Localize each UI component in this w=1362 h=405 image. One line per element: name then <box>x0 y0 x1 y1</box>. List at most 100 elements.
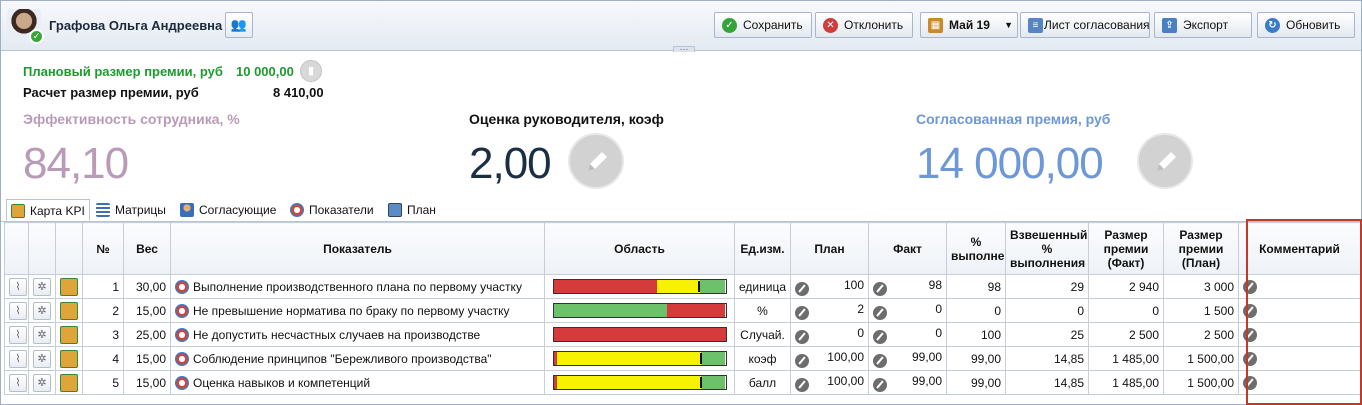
row-fact[interactable]: 0 <box>868 322 947 347</box>
col-unit[interactable]: Ед.изм. <box>734 222 791 275</box>
gear-icon[interactable]: ✲ <box>33 373 51 392</box>
paperclip-icon[interactable]: ⌇ <box>9 301 27 320</box>
edit-comment-icon[interactable] <box>1243 327 1257 342</box>
gear-icon[interactable]: ✲ <box>33 301 51 320</box>
settings-cell[interactable]: ✲ <box>28 346 56 371</box>
attach-cell[interactable]: ⌇ <box>4 370 29 395</box>
edit-agreed-bonus-button[interactable] <box>1137 133 1193 189</box>
tab-label: Согласующие <box>199 203 277 217</box>
row-plan[interactable]: 100,00 <box>790 370 869 395</box>
settings-cell[interactable]: ✲ <box>28 322 56 347</box>
edit-plan-icon[interactable] <box>795 353 809 368</box>
col-fact[interactable]: Факт <box>868 222 947 275</box>
edit-comment-icon[interactable] <box>1243 303 1257 318</box>
row-fact[interactable]: 99,00 <box>868 346 947 371</box>
col-weighted[interactable]: Взвешенный % выполнения <box>1005 222 1089 275</box>
refresh-button[interactable]: ↻ Обновить <box>1257 12 1355 38</box>
gear-icon[interactable]: ✲ <box>33 349 51 368</box>
row-comment[interactable] <box>1238 322 1361 347</box>
card-cell[interactable] <box>55 322 83 347</box>
row-comment[interactable] <box>1238 346 1361 371</box>
col-plan[interactable]: План <box>790 222 869 275</box>
row-comment[interactable] <box>1238 298 1361 323</box>
plan-value: 100 <box>843 277 864 292</box>
edit-comment-icon[interactable] <box>1243 351 1257 366</box>
edit-comment-icon[interactable] <box>1243 375 1257 390</box>
row-plan[interactable]: 2 <box>790 298 869 323</box>
attach-cell[interactable]: ⌇ <box>4 346 29 371</box>
kpi-card-icon[interactable] <box>60 349 78 368</box>
edit-comment-icon[interactable] <box>1243 279 1257 294</box>
settings-cell[interactable]: ✲ <box>28 370 56 395</box>
gear-icon[interactable]: ✲ <box>33 325 51 344</box>
tab-indicators[interactable]: Показатели <box>290 199 374 221</box>
kpi-card-icon[interactable] <box>60 325 78 344</box>
paperclip-icon[interactable]: ⌇ <box>9 349 27 368</box>
table-row[interactable]: ⌇ ✲ 2 15,00 Не превышение норматива по браку… <box>4 298 1361 323</box>
settings-cell[interactable]: ✲ <box>28 274 56 299</box>
switch-user-button[interactable]: 👥 <box>225 12 253 38</box>
col-weight[interactable]: Вес <box>123 222 171 275</box>
row-plan[interactable]: 100,00 <box>790 346 869 371</box>
paperclip-icon[interactable]: ⌇ <box>9 277 27 296</box>
tab-matrices[interactable]: Матрицы <box>96 199 166 221</box>
paperclip-icon[interactable]: ⌇ <box>9 373 27 392</box>
col-bonus-fact[interactable]: Размер премии (Факт) <box>1088 222 1164 275</box>
table-row[interactable]: ⌇ ✲ 3 25,00 Не допустить несчастных случаев … <box>4 322 1361 347</box>
col-no[interactable]: № <box>82 222 124 275</box>
edit-fact-icon[interactable] <box>873 329 887 344</box>
edit-plan-icon[interactable] <box>795 329 809 344</box>
edit-fact-icon[interactable] <box>873 353 887 368</box>
edit-fact-icon[interactable] <box>873 281 887 296</box>
period-dropdown[interactable]: ▦ Май 19 ▼ <box>920 12 1018 38</box>
table-row[interactable]: ⌇ ✲ 5 15,00 Оценка навыков и компетенций балл… <box>4 370 1361 395</box>
row-fact[interactable]: 99,00 <box>868 370 947 395</box>
edit-plan-icon[interactable] <box>795 377 809 392</box>
chart-icon[interactable]: ▮ <box>300 60 322 82</box>
row-plan[interactable]: 100 <box>790 274 869 299</box>
attach-cell[interactable]: ⌇ <box>4 298 29 323</box>
gear-icon[interactable]: ✲ <box>33 277 51 296</box>
save-button[interactable]: ✓ Сохранить <box>714 12 812 38</box>
settings-cell[interactable]: ✲ <box>28 298 56 323</box>
tab-approvers[interactable]: Согласующие <box>180 199 276 221</box>
kpi-card-icon[interactable] <box>60 277 78 296</box>
card-cell[interactable] <box>55 298 83 323</box>
table-row[interactable]: ⌇ ✲ 4 15,00 Соблюдение принципов "Бережливог… <box>4 346 1361 371</box>
row-comment[interactable] <box>1238 370 1361 395</box>
edit-fact-icon[interactable] <box>873 305 887 320</box>
tab-kpi-map[interactable]: Карта KPI <box>6 199 90 221</box>
app-window: ✓ Графова Ольга Андреевна 👥 ✓ Сохранить … <box>0 0 1362 405</box>
paperclip-icon[interactable]: ⌇ <box>9 325 27 344</box>
col-comment[interactable]: Комментарий <box>1238 222 1361 275</box>
reject-button[interactable]: ✕ Отклонить <box>815 12 913 38</box>
edit-plan-icon[interactable] <box>795 305 809 320</box>
col-area[interactable]: Область <box>544 222 735 275</box>
row-fact[interactable]: 98 <box>868 274 947 299</box>
export-button[interactable]: ⇪ Экспорт <box>1154 12 1252 38</box>
col-indicator[interactable]: Показатель <box>170 222 545 275</box>
edit-manager-score-button[interactable] <box>568 133 624 189</box>
card-cell[interactable] <box>55 346 83 371</box>
row-fact[interactable]: 0 <box>868 298 947 323</box>
tab-plan[interactable]: План <box>388 199 436 221</box>
kpi-card-icon[interactable] <box>60 373 78 392</box>
approval-sheet-button[interactable]: ≡ Лист согласования <box>1020 12 1150 38</box>
row-comment[interactable] <box>1238 274 1361 299</box>
plan-value: 100,00 <box>827 373 864 388</box>
bar-segment <box>699 280 726 293</box>
row-plan[interactable]: 0 <box>790 322 869 347</box>
kpi-card-icon[interactable] <box>60 301 78 320</box>
attach-cell[interactable]: ⌇ <box>4 274 29 299</box>
col-bonus-plan[interactable]: Размер премии (План) <box>1163 222 1239 275</box>
attach-cell[interactable]: ⌇ <box>4 322 29 347</box>
card-cell[interactable] <box>55 370 83 395</box>
table-row[interactable]: ⌇ ✲ 1 30,00 Выполнение производственного пла… <box>4 274 1361 299</box>
row-unit: балл <box>734 370 791 395</box>
card-cell[interactable] <box>55 274 83 299</box>
col-pct[interactable]: % выполнения <box>946 222 1006 275</box>
edit-fact-icon[interactable] <box>873 377 887 392</box>
row-bonus-fact: 1 485,00 <box>1088 346 1164 371</box>
edit-plan-icon[interactable] <box>795 281 809 296</box>
collapse-handle[interactable]: ··· <box>673 45 695 54</box>
